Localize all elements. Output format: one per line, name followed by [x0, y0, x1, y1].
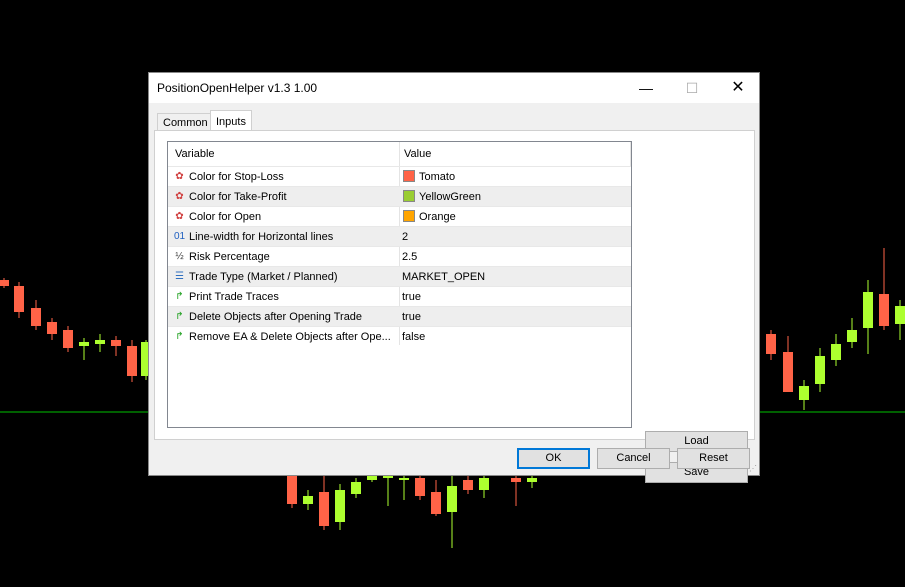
tab-common[interactable]: Common [157, 113, 214, 131]
candle-body [447, 486, 457, 512]
value-cell[interactable]: 2 [402, 231, 408, 243]
bool-icon: ↱ [175, 311, 184, 322]
candle-body [63, 330, 73, 348]
variable-name: Risk Percentage [189, 251, 270, 263]
variable-name: Print Trade Traces [189, 291, 279, 303]
title-bar[interactable]: PositionOpenHelper v1.3 1.00 — ☐ ✕ [149, 73, 759, 103]
candle-body [847, 330, 857, 342]
candle-body [351, 482, 361, 494]
minimize-icon[interactable]: — [623, 73, 669, 103]
close-icon[interactable]: ✕ [715, 73, 761, 103]
candle-body [479, 478, 489, 490]
color-icon: ✿ [175, 191, 184, 202]
candle-body [895, 306, 905, 324]
variable-name: Delete Objects after Opening Trade [189, 311, 363, 323]
candle-body [399, 478, 409, 480]
value-cell[interactable]: Tomato [419, 171, 455, 183]
variable-name: Color for Open [189, 211, 262, 223]
candle-body [383, 476, 393, 478]
table-row[interactable]: ↱ Delete Objects after Opening Trade true [168, 306, 631, 326]
value-cell[interactable]: MARKET_OPEN [402, 271, 485, 283]
candle-body [335, 490, 345, 522]
candle-body [863, 292, 873, 328]
value-cell[interactable]: true [402, 291, 421, 303]
table-row[interactable]: 01 Line-width for Horizontal lines 2 [168, 226, 631, 246]
table-row[interactable]: ✿ Color for Take-Profit YellowGreen [168, 186, 631, 206]
variable-name: Color for Stop-Loss [189, 171, 284, 183]
candle-body [95, 340, 105, 344]
fraction-icon: ½ [175, 251, 184, 262]
variable-name: Line-width for Horizontal lines [189, 231, 334, 243]
candle-body [287, 476, 297, 504]
color-swatch[interactable] [403, 190, 415, 202]
color-swatch[interactable] [403, 210, 415, 222]
inputs-panel: Variable Value ✿ Color for Stop-Loss Tomat… [154, 130, 755, 483]
color-icon: ✿ [175, 211, 184, 222]
bool-icon: ↱ [175, 291, 184, 302]
color-icon: ✿ [175, 171, 184, 182]
table-row[interactable]: ✿ Color for Stop-Loss Tomato [168, 166, 631, 186]
candle-body [79, 342, 89, 346]
variable-name: Remove EA & Delete Objects after Ope... [189, 331, 391, 343]
enum-icon: ☰ [175, 271, 184, 282]
integer-icon: 01 [173, 231, 186, 242]
bool-icon: ↱ [175, 331, 184, 342]
variable-name: Trade Type (Market / Planned) [189, 271, 338, 283]
table-row[interactable]: ↱ Remove EA & Delete Objects after Ope...… [168, 326, 631, 346]
table-row[interactable]: ↱ Print Trade Traces true [168, 286, 631, 306]
candle-body [527, 478, 537, 482]
ok-button[interactable]: OK [517, 448, 590, 469]
candle-body [463, 480, 473, 490]
reset-button[interactable]: Reset [677, 448, 750, 469]
maximize-icon[interactable]: ☐ [669, 73, 715, 103]
candle-body [511, 478, 521, 482]
input-dialog: PositionOpenHelper v1.3 1.00 — ☐ ✕ Commo… [148, 72, 760, 483]
color-swatch[interactable] [403, 170, 415, 182]
value-cell[interactable]: YellowGreen [419, 191, 481, 203]
table-row[interactable]: ✿ Color for Open Orange [168, 206, 631, 226]
header-value[interactable]: Value [404, 148, 431, 160]
tab-inputs[interactable]: Inputs [210, 110, 252, 132]
candle-body [799, 386, 809, 400]
table-row[interactable]: ☰ Trade Type (Market / Planned) MARKET_OPE… [168, 266, 631, 286]
candle-body [14, 286, 24, 312]
resize-grip-icon[interactable]: ⋰ [749, 465, 757, 473]
header-variable[interactable]: Variable [175, 148, 215, 160]
value-cell[interactable]: false [402, 331, 425, 343]
candle-body [831, 344, 841, 360]
table-row[interactable]: ½ Risk Percentage 2.5 [168, 246, 631, 266]
parameters-table: Variable Value ✿ Color for Stop-Loss Tomat… [167, 141, 632, 428]
variable-name: Color for Take-Profit [189, 191, 287, 203]
candle-body [0, 280, 9, 286]
candle-body [415, 478, 425, 496]
candle-body [766, 334, 776, 354]
candle-body [127, 346, 137, 376]
candle-body [431, 492, 441, 514]
value-cell[interactable]: 2.5 [402, 251, 417, 263]
value-cell[interactable]: Orange [419, 211, 456, 223]
candle-body [47, 322, 57, 334]
candle-body [879, 294, 889, 326]
candle-body [31, 308, 41, 326]
candle-body [367, 476, 377, 480]
value-cell[interactable]: true [402, 311, 421, 323]
cancel-button[interactable]: Cancel [597, 448, 670, 469]
candle-body [303, 496, 313, 504]
candle-body [815, 356, 825, 384]
candle-body [111, 340, 121, 346]
candle-body [319, 492, 329, 526]
header-divider [630, 142, 631, 166]
candle-body [783, 352, 793, 392]
window-title: PositionOpenHelper v1.3 1.00 [157, 81, 318, 95]
